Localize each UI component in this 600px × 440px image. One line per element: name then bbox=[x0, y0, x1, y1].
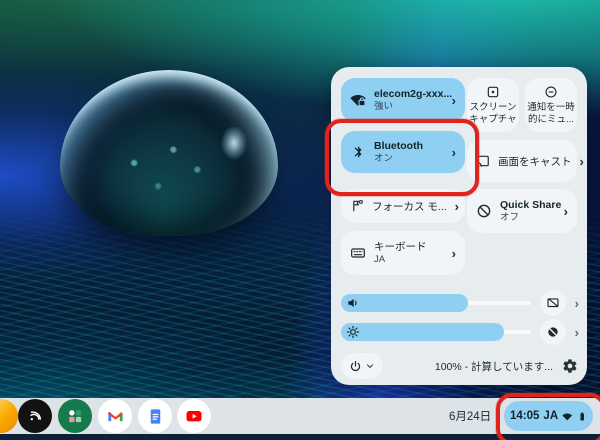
app-icon-youtube[interactable] bbox=[177, 399, 211, 433]
chromeos-screen: elecom2g-xxx... 強い › Bluetooth オン › フォーカ… bbox=[0, 0, 600, 440]
audio-settings-chevron[interactable]: › bbox=[575, 297, 579, 310]
cast-screen-tile[interactable]: 画面をキャスト › bbox=[467, 140, 577, 182]
cast-screen-label: 画面をキャスト bbox=[498, 154, 572, 169]
do-not-disturb-icon bbox=[544, 85, 558, 99]
status-tray[interactable]: 14:05 JA bbox=[504, 401, 593, 431]
brightness-slider[interactable] bbox=[341, 323, 531, 341]
settings-button[interactable] bbox=[562, 358, 578, 374]
screen-capture-tile[interactable]: スクリーン キャプチャ bbox=[467, 78, 519, 132]
bluetooth-icon bbox=[350, 144, 366, 160]
keyboard-icon bbox=[350, 245, 366, 261]
clock-label: 14:05 bbox=[510, 410, 539, 422]
screenshot-icon bbox=[486, 85, 500, 99]
quick-share-title: Quick Share bbox=[500, 199, 556, 211]
gmail-icon bbox=[106, 407, 125, 426]
keyboard-title: キーボード bbox=[374, 241, 427, 253]
display-settings-chevron[interactable]: › bbox=[575, 326, 579, 339]
network-tile[interactable]: elecom2g-xxx... 強い › bbox=[341, 78, 465, 122]
youtube-icon bbox=[184, 406, 204, 426]
battery-status-text: 100% - 計算しています... bbox=[435, 359, 553, 374]
app-icon-gmail[interactable] bbox=[98, 399, 132, 433]
mute-notifications-label-line2: 的にミュ... bbox=[528, 114, 574, 125]
chevron-down-icon bbox=[365, 361, 375, 371]
chevron-right-icon: › bbox=[455, 200, 459, 213]
volume-fill bbox=[341, 294, 468, 312]
gear-icon bbox=[562, 358, 578, 374]
network-strength: 強い bbox=[374, 101, 444, 112]
wifi-lock-icon bbox=[350, 92, 366, 108]
app-icon-partial[interactable] bbox=[0, 399, 18, 433]
screencast-circle bbox=[18, 399, 52, 433]
mute-notifications-label-line1: 通知を一時 bbox=[527, 102, 575, 113]
night-light-button[interactable] bbox=[540, 319, 566, 345]
quick-share-tile[interactable]: Quick Share オフ › bbox=[467, 189, 577, 233]
keyboard-tile[interactable]: キーボード JA › bbox=[341, 231, 465, 275]
cast-icon bbox=[476, 154, 490, 168]
app-icon-docs[interactable] bbox=[138, 399, 172, 433]
screencast-spiral-icon bbox=[25, 406, 45, 426]
power-icon bbox=[349, 360, 362, 373]
quick-settings-panel: elecom2g-xxx... 強い › Bluetooth オン › フォーカ… bbox=[331, 67, 587, 385]
quick-share-off-icon bbox=[476, 203, 492, 219]
app-icon-green-shapes[interactable] bbox=[58, 399, 92, 433]
brightness-fill bbox=[341, 323, 504, 341]
brightness-icon bbox=[346, 325, 360, 339]
chevron-right-icon: › bbox=[580, 155, 584, 168]
partial-app-circle bbox=[0, 399, 18, 433]
focus-flag-icon bbox=[350, 199, 364, 213]
screen-capture-label-line1: スクリーン bbox=[469, 102, 516, 113]
chevron-right-icon: › bbox=[452, 146, 456, 159]
network-name: elecom2g-xxx... bbox=[374, 88, 444, 100]
date-label: 6月24日 bbox=[449, 408, 491, 424]
panel-footer: 100% - 計算しています... bbox=[341, 352, 578, 380]
green-app-circle bbox=[58, 399, 92, 433]
bluetooth-state: オン bbox=[374, 153, 423, 164]
volume-row: › bbox=[341, 294, 579, 312]
volume-slider[interactable] bbox=[341, 294, 531, 312]
shapes-grid-icon bbox=[65, 406, 85, 426]
screen-capture-label-line2: キャプチャ bbox=[469, 114, 516, 125]
date-button[interactable]: 6月24日 bbox=[443, 398, 497, 434]
volume-icon bbox=[346, 296, 360, 310]
chevron-right-icon: › bbox=[452, 94, 456, 107]
battery-status-icon bbox=[577, 410, 587, 423]
brightness-row: › bbox=[341, 323, 579, 341]
water-droplet bbox=[60, 70, 278, 236]
power-button[interactable] bbox=[341, 353, 383, 379]
screen-bottom-strip bbox=[0, 434, 600, 440]
focus-mode-label: フォーカス モ... bbox=[372, 199, 447, 214]
ime-label: JA bbox=[543, 410, 558, 422]
wifi-status-icon bbox=[562, 410, 572, 423]
shelf: 6月24日 14:05 JA bbox=[0, 398, 600, 434]
youtube-circle bbox=[177, 399, 211, 433]
bluetooth-title: Bluetooth bbox=[374, 140, 423, 152]
chevron-right-icon: › bbox=[452, 247, 456, 260]
keyboard-layout: JA bbox=[374, 254, 427, 265]
gmail-circle bbox=[98, 399, 132, 433]
focus-mode-tile[interactable]: フォーカス モ... › bbox=[341, 189, 465, 223]
quick-share-state: オフ bbox=[500, 212, 556, 223]
audio-output-mute-button[interactable] bbox=[540, 290, 566, 316]
app-icon-screencast[interactable] bbox=[18, 399, 52, 433]
docs-circle bbox=[138, 399, 172, 433]
night-light-off-icon bbox=[546, 325, 560, 339]
monitor-off-icon bbox=[546, 296, 560, 310]
bluetooth-tile[interactable]: Bluetooth オン › bbox=[341, 131, 465, 173]
mute-notifications-tile[interactable]: 通知を一時 的にミュ... bbox=[525, 78, 577, 132]
docs-icon bbox=[146, 407, 165, 426]
chevron-right-icon: › bbox=[564, 205, 568, 218]
